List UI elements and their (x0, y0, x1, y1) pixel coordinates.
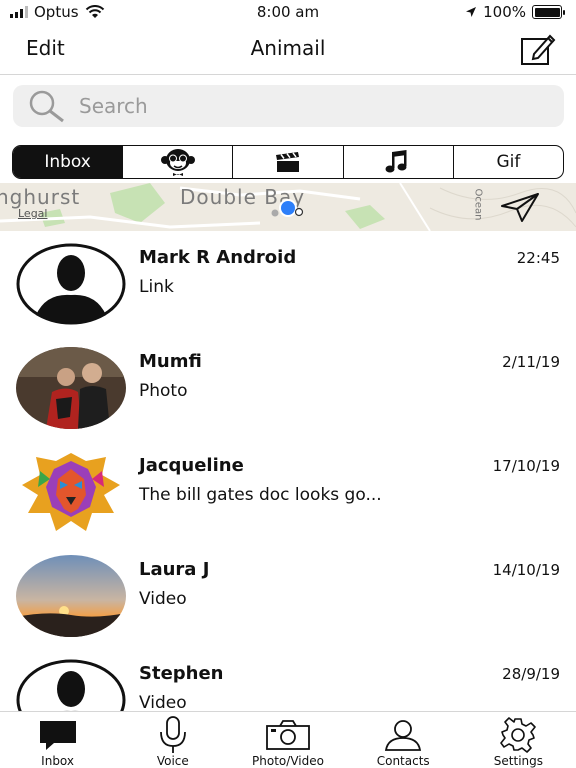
avatar (16, 555, 126, 637)
avatar (16, 451, 126, 533)
avatar (16, 659, 126, 711)
list-item[interactable]: Mumfi 2/11/19 Photo (0, 335, 576, 439)
tab-voice-label: Voice (156, 754, 189, 768)
list-item[interactable]: Mark R Android 22:45 Link (0, 231, 576, 335)
tab-inbox-label: Inbox (41, 754, 75, 768)
couple-photo (16, 347, 126, 429)
map-road-label: Ocean (472, 188, 484, 221)
category-segmented-control: Inbox Gif (12, 145, 564, 179)
contact-name: Laura J (139, 559, 210, 580)
send-location-icon[interactable] (500, 192, 540, 222)
person-silhouette-icon (16, 659, 126, 711)
status-bar: Optus 8:00 am 100% (0, 0, 576, 24)
microphone-icon (159, 716, 186, 753)
message-preview: Photo (139, 381, 188, 401)
tab-settings[interactable]: Settings (461, 712, 576, 768)
clapperboard-icon (276, 152, 299, 172)
contact-name: Stephen (139, 663, 224, 684)
message-preview: Video (139, 589, 187, 609)
colorful-lion-image (16, 451, 126, 533)
monkey-icon (160, 149, 195, 176)
message-time: 28/9/19 (502, 665, 560, 683)
segment-movies[interactable] (233, 146, 344, 178)
segment-gif-label: Gif (496, 152, 521, 172)
chat-bubble-icon (39, 721, 76, 750)
list-item[interactable]: Stephen 28/9/19 Video (0, 647, 576, 711)
sunset-photo (16, 555, 126, 637)
message-time: 17/10/19 (492, 457, 560, 475)
navigation-bar: Edit Animail (0, 24, 576, 75)
contact-name: Jacqueline (139, 455, 244, 476)
message-list: Mark R Android 22:45 Link Mumfi 2/11/19 … (0, 231, 576, 711)
status-right: 100% (465, 3, 565, 21)
music-note-icon (385, 150, 407, 173)
location-arrow-icon (466, 7, 477, 17)
list-item[interactable]: Laura J 14/10/19 Video (0, 543, 576, 647)
segment-animals[interactable] (123, 146, 234, 178)
battery-percent: 100% (483, 3, 526, 21)
compose-icon[interactable] (520, 32, 556, 66)
search-bar[interactable] (13, 85, 564, 127)
avatar (16, 347, 126, 429)
avatar (16, 243, 126, 325)
map-place-left: nghurst (0, 185, 81, 209)
segment-inbox-label: Inbox (44, 152, 91, 172)
message-preview: Link (139, 277, 174, 297)
segment-music[interactable] (344, 146, 454, 178)
message-preview: Video (139, 693, 187, 711)
message-time: 22:45 (516, 249, 560, 267)
tab-bar: Inbox Voice Photo/Video Contacts Setting… (0, 711, 576, 768)
person-silhouette-icon (16, 243, 126, 325)
message-preview: The bill gates doc looks go... (139, 485, 382, 505)
tab-voice[interactable]: Voice (115, 712, 230, 768)
tab-photo-video-label: Photo/Video (252, 754, 324, 768)
contact-name: Mumfi (139, 351, 202, 372)
list-item[interactable]: Jacqueline 17/10/19 The bill gates doc l… (0, 439, 576, 543)
segment-gif[interactable]: Gif (454, 146, 563, 178)
message-time: 2/11/19 (502, 353, 560, 371)
tab-photo-video[interactable]: Photo/Video (230, 712, 345, 768)
contact-name: Mark R Android (139, 247, 297, 268)
gear-icon (500, 717, 537, 753)
tab-inbox[interactable]: Inbox (0, 712, 115, 768)
message-time: 14/10/19 (492, 561, 560, 579)
tab-contacts-label: Contacts (376, 754, 430, 768)
segment-inbox[interactable]: Inbox (13, 146, 124, 178)
battery-icon (532, 5, 565, 19)
search-input[interactable] (79, 94, 519, 118)
contact-person-icon (385, 720, 422, 751)
location-map[interactable]: nghurst Double Bay Legal Ocean (0, 183, 576, 231)
camera-icon (266, 720, 310, 750)
tab-contacts[interactable]: Contacts (346, 712, 461, 768)
map-legal-link[interactable]: Legal (18, 207, 47, 220)
current-location-icon (271, 199, 304, 217)
search-icon (29, 90, 64, 123)
tab-settings-label: Settings (493, 754, 544, 768)
page-title: Animail (250, 36, 326, 60)
